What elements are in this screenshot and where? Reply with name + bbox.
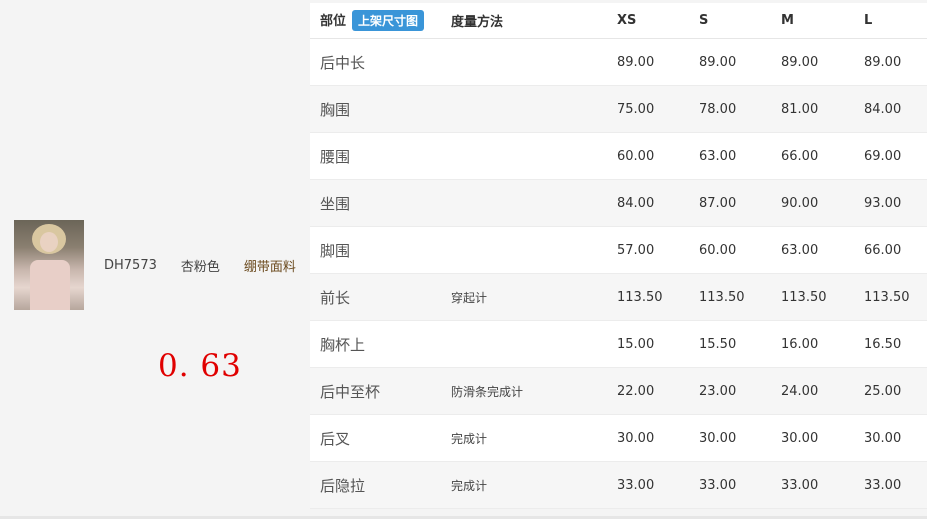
product-panel: DH7573 杏粉色 绷带面料 0. 63 — [0, 0, 302, 516]
cell-method — [441, 320, 607, 368]
cell-size-s: 87.00 — [689, 179, 771, 227]
product-sku: DH7573 — [104, 257, 157, 273]
table-row: 前长 穿起计 113.50 113.50 113.50 113.50 — [310, 273, 927, 321]
cell-size-s: 30.00 — [689, 414, 771, 462]
cell-size-xs: 89.00 — [607, 38, 689, 86]
cell-method — [441, 132, 607, 180]
cell-size-l: 33.00 — [854, 461, 927, 509]
cell-size-l: 25.00 — [854, 367, 927, 415]
table-row: 坐围 84.00 87.00 90.00 93.00 — [310, 179, 927, 227]
cell-size-xs: 30.00 — [607, 414, 689, 462]
table-row: 后隐拉 完成计 33.00 33.00 33.00 33.00 — [310, 461, 927, 509]
cell-size-l: 16.50 — [854, 320, 927, 368]
size-table: 部位 上架尺寸图 度量方法 XS S M L 后中长 89.00 89.00 89.00… — [310, 3, 927, 509]
cell-size-s: 78.00 — [689, 85, 771, 133]
cell-size-xs: 60.00 — [607, 132, 689, 180]
cell-size-m: 16.00 — [771, 320, 854, 368]
table-header-row: 部位 上架尺寸图 度量方法 XS S M L — [310, 3, 927, 39]
size-chart: 部位 上架尺寸图 度量方法 XS S M L 后中长 89.00 89.00 89.00… — [310, 3, 927, 509]
cell-size-m: 113.50 — [771, 273, 854, 321]
cell-part: 胸围 — [310, 85, 441, 133]
cell-part: 后隐拉 — [310, 461, 441, 509]
table-row: 腰围 60.00 63.00 66.00 69.00 — [310, 132, 927, 180]
cell-size-m: 33.00 — [771, 461, 854, 509]
header-size-s: S — [689, 3, 771, 39]
cell-method — [441, 226, 607, 274]
header-size-l: L — [854, 3, 927, 39]
header-method: 度量方法 — [441, 3, 607, 39]
header-size-xs: XS — [607, 3, 689, 39]
product-thumbnail[interactable] — [14, 220, 84, 310]
cell-size-s: 63.00 — [689, 132, 771, 180]
cell-size-m: 89.00 — [771, 38, 854, 86]
product-color: 杏粉色 — [180, 259, 220, 275]
cell-size-xs: 57.00 — [607, 226, 689, 274]
product-fabric: 绷带面料 — [243, 259, 296, 275]
cell-method — [441, 179, 607, 227]
table-row: 脚围 57.00 60.00 63.00 66.00 — [310, 226, 927, 274]
cell-size-xs: 84.00 — [607, 179, 689, 227]
cell-size-xs: 15.00 — [607, 320, 689, 368]
cell-method — [441, 85, 607, 133]
cell-size-s: 33.00 — [689, 461, 771, 509]
cell-size-s: 23.00 — [689, 367, 771, 415]
cell-part: 脚围 — [310, 226, 441, 274]
cell-size-l: 30.00 — [854, 414, 927, 462]
cell-part: 后叉 — [310, 414, 441, 462]
table-row: 后叉 完成计 30.00 30.00 30.00 30.00 — [310, 414, 927, 462]
cell-size-s: 15.50 — [689, 320, 771, 368]
cell-part: 腰围 — [310, 132, 441, 180]
cell-part: 后中至杯 — [310, 367, 441, 415]
cell-size-xs: 33.00 — [607, 461, 689, 509]
cell-size-m: 30.00 — [771, 414, 854, 462]
cell-part: 前长 — [310, 273, 441, 321]
cell-size-s: 60.00 — [689, 226, 771, 274]
cell-size-m: 66.00 — [771, 132, 854, 180]
header-size-m: M — [771, 3, 854, 39]
cell-size-xs: 75.00 — [607, 85, 689, 133]
cell-part: 胸杯上 — [310, 320, 441, 368]
table-row: 后中长 89.00 89.00 89.00 89.00 — [310, 38, 927, 86]
cell-size-xs: 22.00 — [607, 367, 689, 415]
cell-size-m: 24.00 — [771, 367, 854, 415]
cell-part: 坐围 — [310, 179, 441, 227]
table-row: 后中至杯 防滑条完成计 22.00 23.00 24.00 25.00 — [310, 367, 927, 415]
cell-size-l: 66.00 — [854, 226, 927, 274]
size-chart-badge-button[interactable]: 上架尺寸图 — [352, 10, 425, 31]
cell-size-m: 63.00 — [771, 226, 854, 274]
cell-size-l: 69.00 — [854, 132, 927, 180]
cell-size-xs: 113.50 — [607, 273, 689, 321]
cell-part: 后中长 — [310, 38, 441, 86]
cell-size-m: 90.00 — [771, 179, 854, 227]
cell-method: 完成计 — [441, 461, 607, 509]
header-part-label: 部位 — [320, 14, 347, 29]
cell-size-s: 89.00 — [689, 38, 771, 86]
cell-method — [441, 38, 607, 86]
cell-method: 穿起计 — [441, 273, 607, 321]
product-row: DH7573 杏粉色 绷带面料 — [14, 220, 296, 310]
cell-size-m: 81.00 — [771, 85, 854, 133]
header-part: 部位 上架尺寸图 — [310, 3, 441, 39]
table-row: 胸围 75.00 78.00 81.00 84.00 — [310, 85, 927, 133]
cell-method: 完成计 — [441, 414, 607, 462]
cell-method: 防滑条完成计 — [441, 367, 607, 415]
cell-size-l: 89.00 — [854, 38, 927, 86]
ratio-value: 0. 63 — [158, 348, 242, 384]
cell-size-l: 113.50 — [854, 273, 927, 321]
cell-size-l: 84.00 — [854, 85, 927, 133]
table-row: 胸杯上 15.00 15.50 16.00 16.50 — [310, 320, 927, 368]
cell-size-l: 93.00 — [854, 179, 927, 227]
cell-size-s: 113.50 — [689, 273, 771, 321]
